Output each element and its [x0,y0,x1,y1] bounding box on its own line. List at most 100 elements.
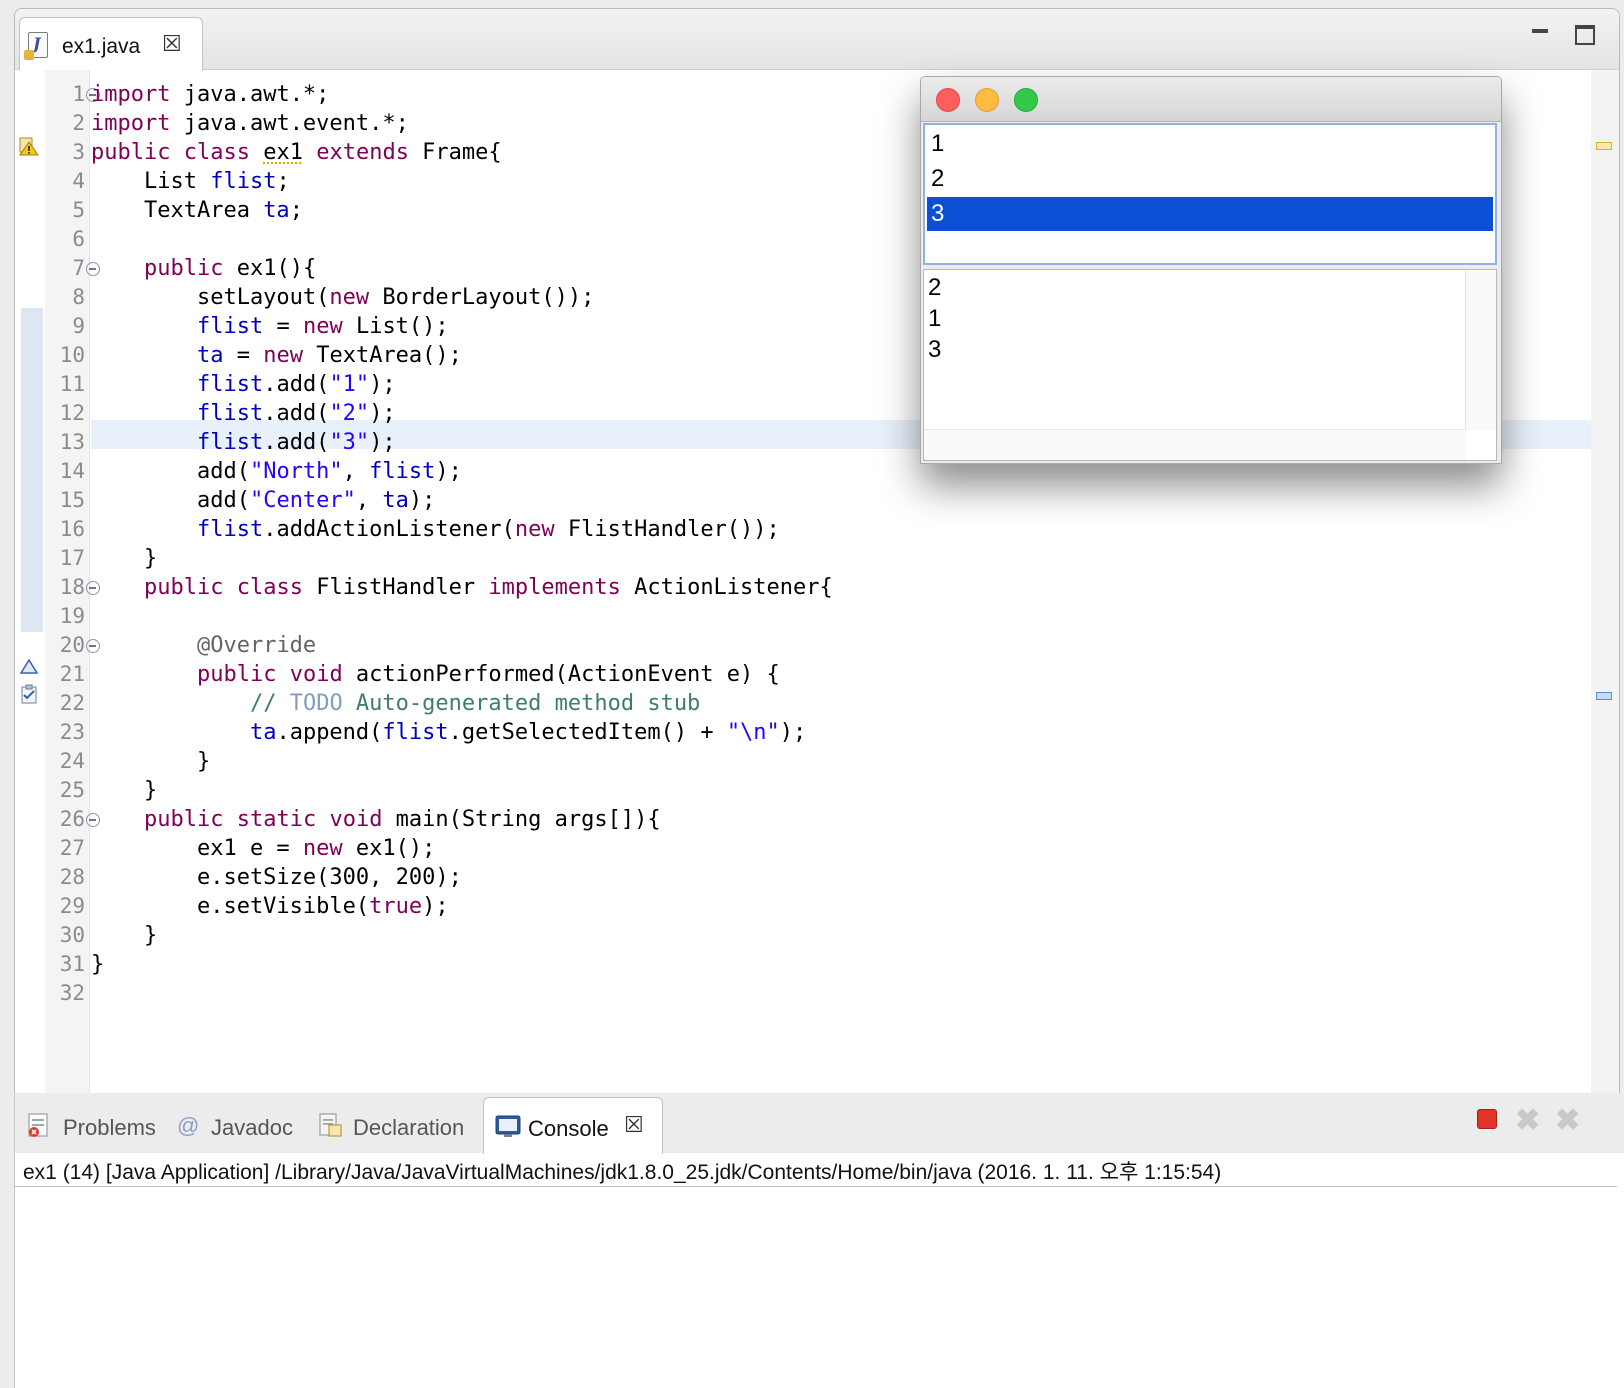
code-line[interactable]: add("North", flist); [91,457,462,486]
line-number: 3 [72,140,85,164]
code-line[interactable]: public void actionPerformed(ActionEvent … [91,660,780,689]
line-number: 30 [59,923,85,947]
line-number: 15 [59,488,85,512]
code-line[interactable]: public class ex1 extends Frame{ [91,138,502,167]
code-line[interactable]: flist = new List(); [91,312,449,341]
code-line[interactable]: public static void main(String args[]){ [91,805,661,834]
java-file-icon: J [24,32,48,60]
code-line[interactable]: flist.add("1"); [91,370,396,399]
code-line[interactable]: // TODO Auto-generated method stub [91,689,700,718]
quick-diff-range [21,308,43,632]
code-line[interactable]: flist.addActionListener(new FlistHandler… [91,515,780,544]
ta-textarea[interactable]: 2 1 3 [923,269,1497,461]
code-token: new [514,517,555,542]
code-token: Auto-generated method stub [342,691,701,716]
window-titlebar[interactable] [921,77,1501,122]
code-line[interactable]: public ex1(){ [91,254,316,283]
code-token: .addActionListener( [263,517,515,542]
line-number: 8 [72,285,85,309]
textarea-horizontal-scrollbar[interactable] [924,429,1466,460]
code-line[interactable]: import java.awt.event.*; [91,109,409,138]
code-token: Frame{ [408,140,502,165]
code-line[interactable]: @Override [91,631,316,660]
code-token: e.setSize(300, 200); [91,865,462,890]
line-number: 29 [59,894,85,918]
window-minimize-button[interactable] [975,88,999,112]
textarea-vertical-scrollbar[interactable] [1465,270,1496,430]
code-line[interactable]: ta.append(flist.getSelectedItem() + "\n"… [91,718,806,747]
warning-overview-marker[interactable] [1596,142,1612,150]
code-line[interactable]: flist.add("3"); [91,428,396,457]
tab-console[interactable]: Console ☒ [483,1097,663,1154]
editor-tab-ex1[interactable]: J ex1.java ☒ [19,17,203,71]
tab-problems[interactable]: Problems [19,1097,169,1153]
code-token: true [369,894,423,919]
code-line[interactable]: } [91,544,157,573]
task-overview-marker[interactable] [1596,692,1612,700]
code-token: List [91,169,211,194]
list-item[interactable]: 1 [927,127,1493,161]
window-close-button[interactable] [936,88,960,112]
line-number: 16 [59,517,85,541]
tab-javadoc[interactable]: @ Javadoc [173,1097,313,1153]
code-token: public [196,662,277,687]
code-line[interactable]: List flist; [91,167,290,196]
code-token: ); [422,894,449,919]
flist-list[interactable]: 123 [923,123,1497,265]
list-item[interactable]: 2 [927,162,1493,196]
minimize-icon[interactable] [1529,23,1553,47]
code-line[interactable]: e.setSize(300, 200); [91,863,462,892]
code-line[interactable]: } [91,921,157,950]
tab-declaration[interactable]: Declaration [315,1097,481,1153]
code-token: class [183,140,250,165]
code-line[interactable]: setLayout(new BorderLayout()); [91,283,594,312]
line-number: 18 [59,575,85,599]
code-token: java.awt.event.*; [170,111,409,136]
line-number: 12 [59,401,85,425]
task-icon [21,684,37,704]
code-line[interactable]: e.setVisible(true); [91,892,449,921]
code-line[interactable]: } [91,776,157,805]
code-line[interactable]: ex1 e = new ex1(); [91,834,435,863]
line-number: 25 [59,778,85,802]
window-zoom-button[interactable] [1014,88,1038,112]
code-token: } [91,923,158,948]
code-line[interactable]: import java.awt.*; [91,80,329,109]
code-token: ex1 e = [91,836,303,861]
close-icon[interactable]: ☒ [624,1112,644,1138]
remove-launch-button[interactable]: ✖ [1515,1103,1540,1138]
line-number: 4 [72,169,85,193]
code-line[interactable]: public class FlistHandler implements Act… [91,573,833,602]
remove-all-launches-button[interactable]: ✖ [1555,1103,1580,1138]
code-line[interactable]: TextArea ta; [91,196,303,225]
code-token: void [329,807,383,832]
code-line[interactable]: add("Center", ta); [91,486,435,515]
code-token: } [91,778,158,803]
overview-ruler[interactable] [1591,70,1619,1121]
code-line[interactable]: ta = new TextArea(); [91,341,462,370]
line-number: 31 [59,952,85,976]
code-token: flist [196,314,264,339]
maximize-icon[interactable] [1573,23,1597,47]
code-token: BorderLayout()); [369,285,595,310]
code-line[interactable]: } [91,950,104,979]
code-line[interactable]: } [91,747,210,776]
code-token: } [91,749,211,774]
line-number: 6 [72,227,85,251]
list-item[interactable]: 3 [927,197,1493,231]
line-number: 26 [59,807,85,831]
code-token: ); [435,459,462,484]
tab-javadoc-label: Javadoc [211,1115,293,1140]
close-icon[interactable]: ☒ [162,31,182,57]
code-token: main(String [382,807,555,832]
code-line[interactable]: flist.add("2"); [91,399,396,428]
code-token: .add( [263,372,330,397]
editor-tab-label: ex1.java [62,35,141,58]
terminate-button[interactable] [1477,1109,1497,1129]
